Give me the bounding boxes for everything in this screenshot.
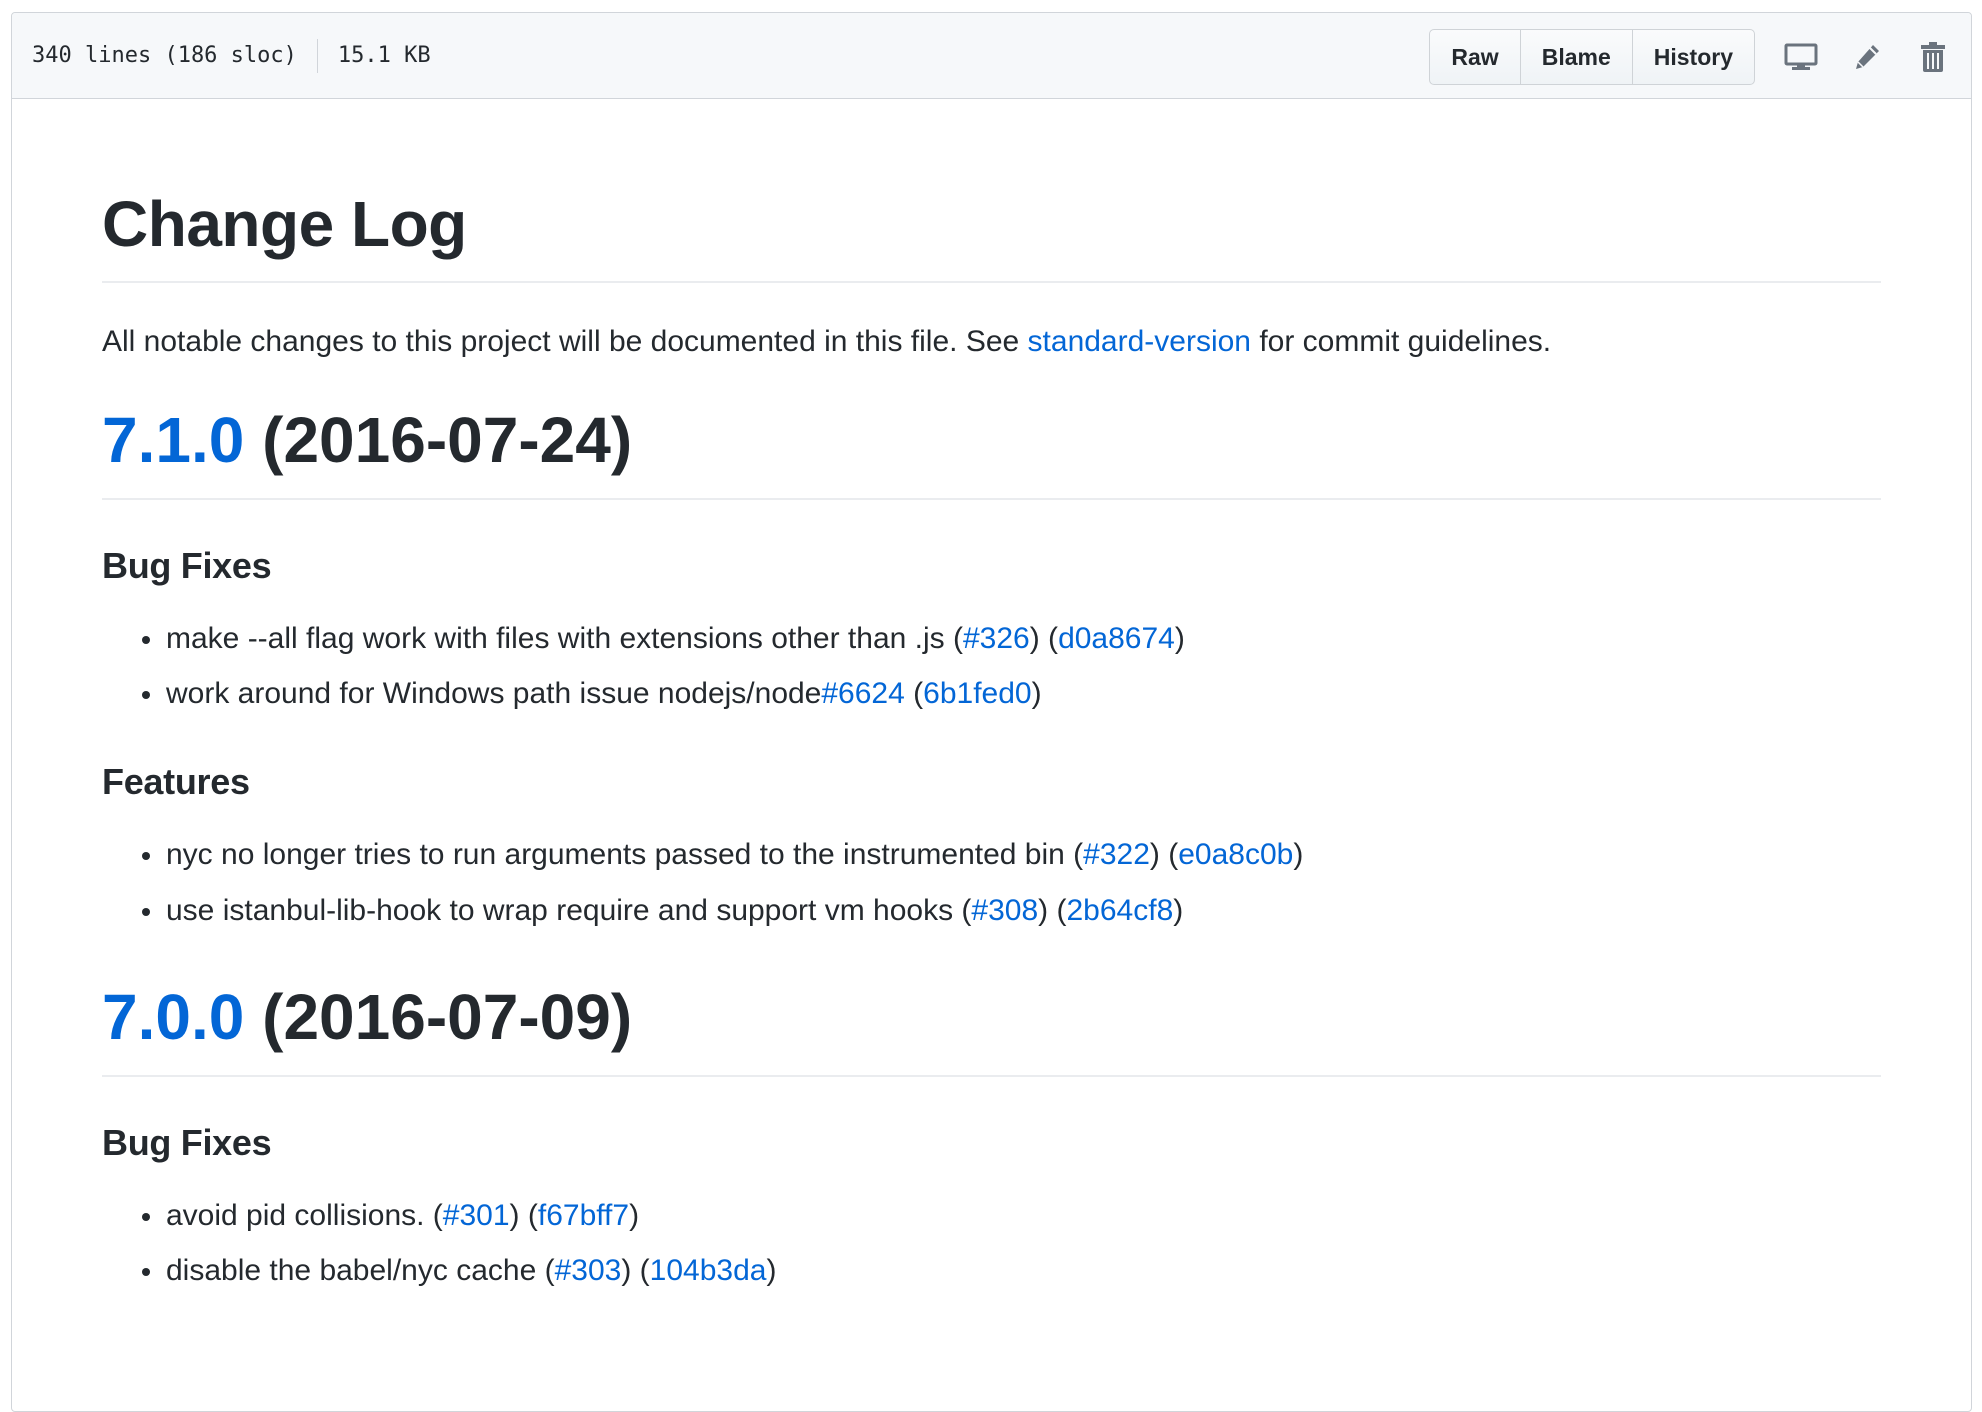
file-info: 340 lines (186 sloc) 15.1 KB: [32, 38, 431, 73]
list-item: avoid pid collisions. (#301) (f67bff7): [142, 1194, 1881, 1238]
history-button[interactable]: History: [1631, 30, 1754, 84]
issue-link[interactable]: #303: [555, 1254, 622, 1287]
item-text: make --all flag work with files with ext…: [166, 621, 963, 655]
release-heading: 7.0.0 (2016-07-09): [102, 981, 1881, 1077]
commit-link[interactable]: 104b3da: [650, 1254, 767, 1287]
item-text: disable the babel/nyc cache (: [166, 1254, 555, 1288]
intro-text: All notable changes to this project will…: [102, 325, 1028, 359]
commit-link[interactable]: 6b1fed0: [923, 677, 1031, 710]
standard-version-link[interactable]: standard-version: [1028, 325, 1251, 358]
item-end: ): [766, 1254, 777, 1288]
item-text: work around for Windows path issue nodej…: [166, 677, 822, 711]
commit-link[interactable]: d0a8674: [1058, 622, 1175, 655]
version-link[interactable]: 7.1.0: [102, 404, 244, 476]
list-item: nyc no longer tries to run arguments pas…: [142, 833, 1881, 877]
section-heading: Bug Fixes: [102, 544, 272, 586]
item-end: ): [1031, 677, 1042, 711]
issue-link[interactable]: #322: [1083, 838, 1150, 871]
change-list: make --all flag work with files with ext…: [102, 617, 1881, 716]
item-end: ): [1174, 621, 1185, 655]
issue-link[interactable]: #6624: [821, 677, 904, 710]
item-end: ): [629, 1198, 640, 1232]
list-item: disable the babel/nyc cache (#303) (104b…: [142, 1249, 1881, 1293]
section-heading: Bug Fixes: [102, 1121, 272, 1163]
item-sep: (: [904, 677, 924, 711]
file-box: 340 lines (186 sloc) 15.1 KB Raw Blame H…: [11, 12, 1972, 1412]
desktop-icon[interactable]: [1781, 37, 1821, 77]
list-item: use istanbul-lib-hook to wrap require an…: [142, 889, 1881, 933]
list-item: make --all flag work with files with ext…: [142, 617, 1881, 661]
intro-paragraph: All notable changes to this project will…: [102, 321, 1881, 363]
release-date: (2016-07-09): [244, 981, 633, 1054]
divider: [316, 38, 318, 73]
release-heading: 7.1.0 (2016-07-24): [102, 404, 1881, 500]
item-sep: ) (: [621, 1254, 650, 1288]
change-list: avoid pid collisions. (#301) (f67bff7) d…: [102, 1194, 1881, 1293]
issue-link[interactable]: #326: [963, 622, 1030, 655]
page-title: Change Log: [102, 189, 1881, 284]
item-end: ): [1293, 838, 1304, 872]
item-sep: ) (: [509, 1198, 538, 1232]
item-text: use istanbul-lib-hook to wrap require an…: [166, 893, 972, 927]
commit-link[interactable]: 2b64cf8: [1067, 894, 1174, 927]
commit-link[interactable]: e0a8c0b: [1178, 838, 1293, 871]
blame-button[interactable]: Blame: [1519, 30, 1632, 84]
item-end: ): [1173, 893, 1184, 927]
intro-text-end: for commit guidelines.: [1251, 325, 1552, 359]
file-actions: Raw Blame History: [1429, 29, 1953, 85]
trash-icon[interactable]: [1913, 37, 1953, 77]
release-date: (2016-07-24): [244, 404, 633, 477]
version-link[interactable]: 7.0.0: [102, 981, 244, 1053]
issue-link[interactable]: #301: [443, 1199, 510, 1232]
markdown-body: Change Log All notable changes to this p…: [12, 189, 1971, 1293]
list-item: work around for Windows path issue nodej…: [142, 672, 1881, 716]
item-sep: ) (: [1149, 838, 1179, 872]
item-sep: ) (: [1029, 621, 1059, 655]
change-list: nyc no longer tries to run arguments pas…: [102, 833, 1881, 932]
file-button-group: Raw Blame History: [1429, 29, 1755, 85]
section-heading: Features: [102, 760, 250, 802]
pencil-icon[interactable]: [1847, 37, 1887, 77]
raw-button[interactable]: Raw: [1430, 30, 1519, 84]
file-header: 340 lines (186 sloc) 15.1 KB Raw Blame H…: [12, 13, 1971, 99]
commit-link[interactable]: f67bff7: [538, 1199, 629, 1232]
file-size: 15.1 KB: [337, 43, 431, 68]
item-text: nyc no longer tries to run arguments pas…: [166, 838, 1084, 872]
lines-count: 340 lines (186 sloc): [32, 43, 297, 68]
item-text: avoid pid collisions. (: [166, 1198, 443, 1232]
item-sep: ) (: [1038, 893, 1067, 927]
issue-link[interactable]: #308: [971, 894, 1038, 927]
